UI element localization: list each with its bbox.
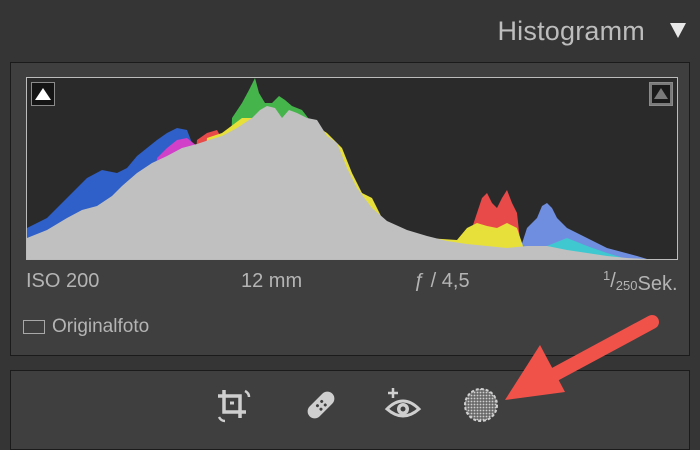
original-photo-label: Originalfoto	[52, 316, 150, 337]
histogram-chart	[27, 78, 647, 259]
red-eye-icon[interactable]	[383, 385, 423, 425]
histogram-graph[interactable]	[26, 77, 678, 260]
iso-value: ISO 200	[26, 270, 100, 292]
histogram-panel: ISO 200 12 mm ƒ / 4,5 1/250 Sek. Origina…	[10, 62, 690, 356]
shutter-unit: Sek.	[637, 273, 678, 295]
tool-strip	[10, 370, 690, 450]
panel-title: Histogramm	[497, 16, 645, 46]
triangle-down-icon[interactable]	[670, 23, 686, 38]
focal-length-value: 12 mm	[241, 270, 303, 292]
spot-removal-icon[interactable]	[301, 385, 341, 425]
highlight-clipping-triangle-icon[interactable]	[649, 82, 673, 106]
crop-icon[interactable]	[213, 385, 253, 425]
original-photo-checkbox[interactable]	[23, 320, 45, 334]
aperture-value: ƒ / 4,5	[414, 270, 470, 292]
shadow-clipping-triangle-icon[interactable]	[31, 82, 55, 106]
masking-icon[interactable]	[461, 385, 501, 425]
shutter-numerator: 1	[603, 268, 611, 283]
exif-info-row: ISO 200 12 mm ƒ / 4,5 1/250 Sek.	[26, 267, 678, 297]
shutter-denominator: 250	[615, 278, 638, 293]
shutter-speed-value: 1/250 Sek.	[603, 268, 678, 295]
panel-header[interactable]: Histogramm	[0, 0, 700, 58]
